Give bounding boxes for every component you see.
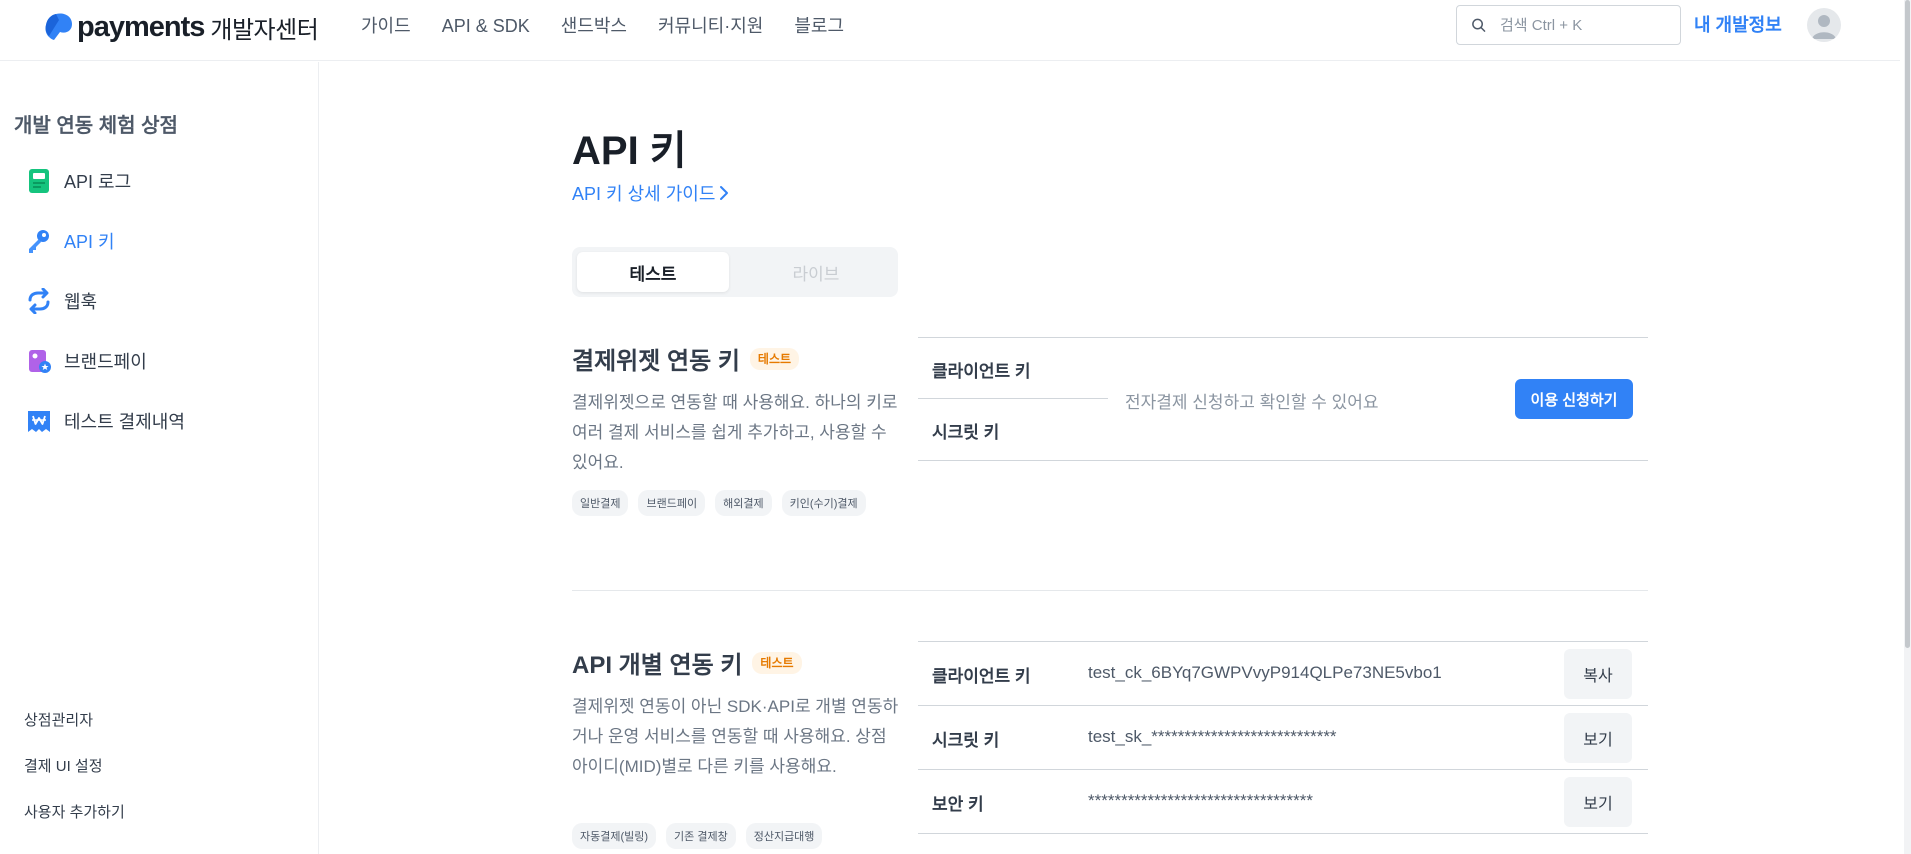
key-row-label: 클라이언트 키 — [932, 667, 1031, 686]
nav-community[interactable]: 커뮤니티·지원 — [658, 14, 763, 38]
sidebar-item-label: API 키 — [64, 232, 115, 252]
section-title-text: API 개별 연동 키 — [572, 652, 743, 679]
payments-logo-icon — [45, 13, 72, 40]
scrollbar-thumb[interactable] — [1905, 0, 1910, 648]
test-badge: 테스트 — [749, 347, 800, 370]
section-title-text: 결제위젯 연동 키 — [572, 348, 740, 375]
nav-blog[interactable]: 블로그 — [794, 14, 844, 38]
widget-section-tags: 일반결제 브랜드페이 해외결제 키인(수기)결제 — [572, 490, 876, 516]
apply-button[interactable]: 이용 신청하기 — [1515, 379, 1633, 419]
sidebar-link-store-admin[interactable]: 상점관리자 — [24, 709, 93, 730]
sidebar-item-label: 웹훅 — [64, 292, 98, 312]
logo[interactable]: payments 개발자센터 — [42, 10, 319, 44]
widget-section-description: 결제위젯으로 연동할 때 사용해요. 하나의 키로 여러 결제 서비스를 쉽게 … — [572, 393, 898, 472]
sidebar-link-payment-ui-settings[interactable]: 결제 UI 설정 — [24, 755, 103, 776]
sidebar-item-api-log[interactable]: API 로그 — [26, 166, 131, 196]
guide-link-label: API 키 상세 가이드 — [572, 184, 716, 204]
client-key-label: 클라이언트 키 — [932, 362, 1031, 381]
divider — [918, 398, 1108, 399]
logo-subtitle: 개발자센터 — [210, 16, 319, 44]
copy-client-key-button[interactable]: 복사 — [1564, 649, 1632, 699]
key-icon — [29, 230, 49, 253]
brandpay-icon — [29, 350, 51, 373]
nav-sandbox[interactable]: 샌드박스 — [561, 14, 627, 38]
avatar[interactable] — [1807, 8, 1841, 42]
sidebar-item-api-key[interactable]: API 키 — [26, 226, 115, 256]
page-title: API 키 — [572, 129, 687, 173]
sidebar-item-label: 브랜드페이 — [64, 352, 147, 372]
tag: 기존 결제창 — [666, 823, 736, 849]
my-dev-info-link[interactable]: 내 개발정보 — [1694, 13, 1782, 37]
client-key-value[interactable]: test_ck_6BYq7GWPVvyP914QLPe73NE5vbo1 — [1088, 663, 1442, 683]
show-secret-key-button[interactable]: 보기 — [1564, 713, 1632, 763]
key-row-security: 보안 키 ********************************** … — [918, 770, 1648, 834]
tab-live[interactable]: 라이브 — [740, 252, 892, 292]
test-badge: 테스트 — [752, 651, 802, 674]
sidebar-item-label: API 로그 — [64, 172, 132, 192]
key-row-client: 클라이언트 키 test_ck_6BYq7GWPVvyP914QLPe73NE5… — [918, 642, 1648, 706]
search-input[interactable] — [1500, 16, 1680, 34]
api-key-table: 클라이언트 키 test_ck_6BYq7GWPVvyP914QLPe73NE5… — [918, 641, 1648, 834]
nav-guide[interactable]: 가이드 — [361, 14, 411, 38]
nav-api-sdk[interactable]: API & SDK — [442, 14, 530, 38]
api-section-title: API 개별 연동 키 테스트 — [572, 645, 802, 680]
tag: 브랜드페이 — [638, 490, 706, 516]
environment-tabs: 테스트 라이브 — [572, 247, 898, 297]
tab-test[interactable]: 테스트 — [577, 252, 729, 292]
user-icon — [1812, 15, 1836, 39]
api-section-description: 결제위젯 연동이 아닌 SDK·API로 개별 연동하거나 운영 서비스를 연동… — [572, 697, 899, 776]
tag: 자동결제(빌링) — [572, 823, 657, 849]
top-navigation: payments 개발자센터 가이드 API & SDK 샌드박스 커뮤니티·지… — [0, 0, 1900, 61]
search-box[interactable] — [1456, 5, 1681, 45]
sidebar-link-add-user[interactable]: 사용자 추가하기 — [24, 801, 125, 822]
apply-message: 전자결제 신청하고 확인할 수 있어요 — [1125, 393, 1379, 412]
receipt-icon — [28, 411, 50, 432]
key-row-label: 시크릿 키 — [932, 731, 1000, 750]
sidebar-item-test-payments[interactable]: 테스트 결제내역 — [26, 406, 185, 436]
search-icon — [1472, 18, 1486, 32]
sidebar-item-brandpay[interactable]: 브랜드페이 — [26, 346, 147, 376]
tag: 정산지급대행 — [745, 823, 823, 849]
api-section-tags: 자동결제(빌링) 기존 결제창 정산지급대행 — [572, 823, 832, 849]
tag: 키인(수기)결제 — [781, 490, 866, 516]
section-divider — [572, 590, 1648, 591]
secret-key-label: 시크릿 키 — [932, 423, 1000, 442]
widget-section-title: 결제위젯 연동 키 테스트 — [572, 341, 800, 376]
security-key-value: ********************************** — [1088, 791, 1313, 810]
sidebar: 개발 연동 체험 상점 API 로그 API 키 웹훅 브랜드페이 테스트 결제… — [0, 62, 319, 854]
key-row-secret: 시크릿 키 test_sk_**************************… — [918, 706, 1648, 770]
sidebar-item-webhook[interactable]: 웹훅 — [26, 286, 97, 316]
tag: 일반결제 — [572, 490, 629, 516]
store-title: 개발 연동 체험 상점 — [14, 115, 178, 137]
chevron-right-icon — [720, 186, 729, 200]
widget-key-panel: 클라이언트 키 시크릿 키 전자결제 신청하고 확인할 수 있어요 이용 신청하… — [918, 337, 1648, 461]
log-icon — [29, 169, 49, 193]
logo-text: payments — [77, 10, 205, 43]
api-key-guide-link[interactable]: API 키 상세 가이드 — [572, 180, 729, 206]
sidebar-item-label: 테스트 결제내역 — [64, 412, 185, 432]
key-row-label: 보안 키 — [932, 795, 984, 814]
webhook-icon — [28, 288, 50, 314]
tag: 해외결제 — [715, 490, 772, 516]
show-security-key-button[interactable]: 보기 — [1564, 777, 1632, 827]
main-nav: 가이드 API & SDK 샌드박스 커뮤니티·지원 블로그 — [361, 14, 875, 38]
secret-key-value: test_sk_**************************** — [1088, 727, 1337, 746]
